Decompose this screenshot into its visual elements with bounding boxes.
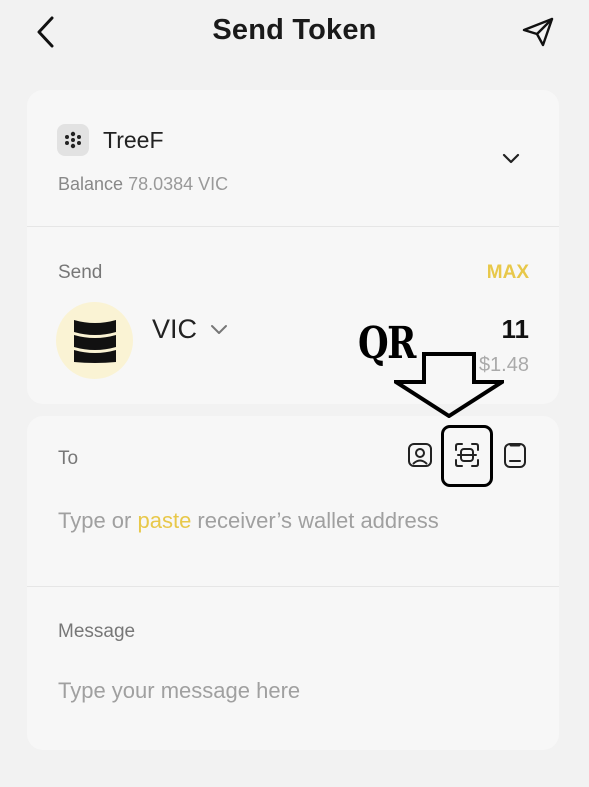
vic-logo-icon bbox=[73, 319, 116, 363]
scan-icon bbox=[455, 443, 479, 467]
max-button[interactable]: MAX bbox=[487, 262, 529, 284]
wallet-dropdown-button[interactable] bbox=[499, 148, 523, 168]
contact-icon bbox=[408, 443, 432, 467]
send-label: Send bbox=[58, 262, 103, 283]
clipboard-icon bbox=[504, 443, 526, 468]
page-title: Send Token bbox=[212, 14, 377, 46]
wallet-icon bbox=[57, 124, 89, 156]
message-label: Message bbox=[58, 621, 136, 642]
send-action-button[interactable] bbox=[518, 14, 558, 50]
amount-input[interactable]: 11 bbox=[502, 314, 530, 345]
address-placeholder-suffix: receiver’s wallet address bbox=[191, 508, 439, 533]
message-input[interactable]: Type your message here bbox=[58, 678, 528, 704]
balance-value: 78.0384 VIC bbox=[128, 174, 229, 194]
chevron-down-icon bbox=[502, 153, 520, 164]
divider bbox=[27, 586, 559, 587]
address-input[interactable]: Type or paste receiver’s wallet address bbox=[58, 508, 528, 534]
contacts-button[interactable] bbox=[405, 440, 435, 470]
chevron-down-icon bbox=[211, 324, 228, 334]
to-label: To bbox=[58, 448, 79, 469]
address-placeholder-prefix: Type or bbox=[58, 508, 138, 533]
wallet-name: TreeF bbox=[103, 126, 164, 153]
balance-label: Balance bbox=[58, 174, 124, 194]
token-selector[interactable]: VIC bbox=[152, 314, 229, 345]
token-logo bbox=[56, 302, 133, 379]
down-arrow-icon bbox=[394, 352, 504, 418]
header: Send Token bbox=[0, 0, 589, 66]
scan-qr-button[interactable] bbox=[452, 440, 482, 470]
token-symbol: VIC bbox=[152, 314, 198, 344]
wallet-balance: Balance 78.0384 VIC bbox=[58, 174, 228, 195]
paper-plane-icon bbox=[522, 17, 554, 47]
paste-link[interactable]: paste bbox=[137, 508, 191, 533]
recipient-card: To Type or paste receiver’s wallet addre… bbox=[27, 416, 559, 750]
wallet-selector[interactable]: TreeF bbox=[57, 124, 164, 156]
paste-button[interactable] bbox=[500, 440, 530, 470]
divider bbox=[27, 226, 559, 227]
